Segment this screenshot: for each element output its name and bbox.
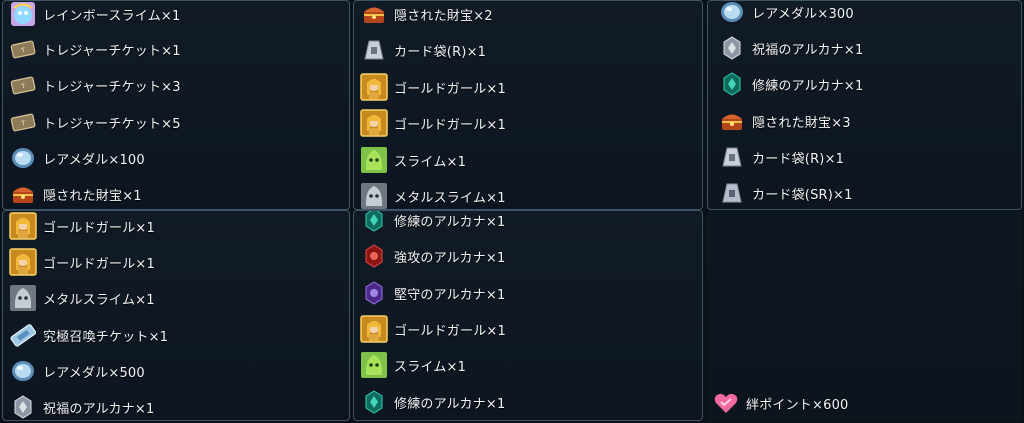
reward-item: 絆ポイント×600: [712, 388, 849, 418]
treasure-ticket-icon: T: [9, 71, 37, 99]
reward-item: カード袋(R)×1: [360, 35, 486, 65]
rare-medal-icon: [718, 1, 746, 26]
reward-label: メタルスライム×1: [394, 190, 506, 206]
gold-girl-icon: [360, 73, 388, 101]
reward-label: レアメダル×300: [752, 6, 854, 22]
bond-points-icon: [712, 389, 740, 417]
reward-panel-1: レインボースライム×1 T トレジャーチケット×1 T トレジャーチケット×3 …: [2, 0, 350, 210]
reward-label: 祝福のアルカナ×1: [43, 401, 155, 417]
reward-item: 隠された財宝×2: [360, 1, 493, 29]
reward-item: カード袋(R)×1: [718, 142, 844, 172]
slime-icon: [360, 351, 388, 379]
reward-item: 究極召喚チケット×1: [9, 320, 168, 350]
reward-label: レアメダル×500: [43, 365, 145, 381]
reward-label: スライム×1: [394, 359, 467, 375]
reward-label: ゴールドガール×1: [394, 117, 506, 133]
ultimate-summon-ticket-icon: [9, 321, 37, 349]
blessing-arcana-icon: [718, 34, 746, 62]
gold-girl-icon: [360, 109, 388, 137]
treasure-ticket-icon: T: [9, 108, 37, 136]
reward-item: レアメダル×500: [9, 356, 145, 386]
reward-item: 隠された財宝×3: [718, 106, 851, 136]
reward-label: カード袋(R)×1: [394, 44, 487, 60]
reward-label: 修練のアルカナ×1: [394, 396, 506, 412]
reward-panel-4: ゴールドガール×1 ゴールドガール×1 メタルスライム×1 究極召喚チケット×1…: [2, 210, 350, 421]
reward-label: トレジャーチケット×3: [43, 79, 181, 95]
reward-label: 隠された財宝×3: [752, 115, 851, 131]
metal-slime-icon: [360, 182, 388, 209]
reward-label: トレジャーチケット×1: [43, 43, 181, 59]
hidden-treasure-icon: [360, 1, 388, 28]
reward-item: 修練のアルカナ×1: [360, 387, 505, 417]
reward-label: ゴールドガール×1: [394, 323, 506, 339]
reward-item: スライム×1: [360, 145, 466, 175]
reward-item: 修練のアルカナ×1: [360, 211, 506, 235]
blessing-arcana-icon: [9, 393, 37, 420]
training-arcana-icon: [718, 70, 746, 98]
rare-medal-icon: [9, 144, 37, 172]
reward-label: 隠された財宝×1: [43, 188, 142, 204]
card-bag-icon: [718, 143, 746, 171]
reward-label: 祝福のアルカナ×1: [752, 42, 864, 58]
reward-label: ゴールドガール×1: [43, 220, 155, 236]
reward-label: 修練のアルカナ×1: [752, 78, 864, 94]
reward-item: レアメダル×300: [718, 1, 854, 27]
reward-item: ゴールドガール×1: [360, 314, 506, 344]
training-arcana-icon: [360, 388, 388, 416]
training-arcana-icon: [360, 211, 388, 234]
reward-item: 修練のアルカナ×1: [718, 69, 863, 99]
treasure-ticket-icon: T: [9, 35, 37, 63]
reward-item: T トレジャーチケット×1: [9, 34, 181, 64]
rainbow-slime-icon: [9, 1, 37, 28]
reward-item: T トレジャーチケット×3: [9, 70, 181, 100]
reward-item: カード袋(SR)×1: [718, 178, 853, 208]
hidden-treasure-icon: [9, 180, 37, 208]
reward-item: 堅守のアルカナ×1: [360, 278, 505, 308]
reward-label: トレジャーチケット×5: [43, 116, 181, 132]
reward-label: 修練のアルカナ×1: [394, 214, 506, 230]
reward-item: ゴールドガール×1: [360, 108, 506, 138]
reward-label: カード袋(SR)×1: [752, 187, 853, 203]
reward-item: メタルスライム×1: [9, 283, 155, 313]
strong-attack-arcana-icon: [360, 242, 388, 270]
reward-panel-5: 修練のアルカナ×1 強攻のアルカナ×1 堅守のアルカナ×1 ゴールドガール×1 …: [353, 210, 703, 421]
gold-girl-icon: [9, 212, 37, 240]
rare-medal-icon: [9, 357, 37, 385]
reward-item: 祝福のアルカナ×1: [718, 33, 863, 63]
gold-girl-icon: [9, 248, 37, 276]
reward-item: レインボースライム×1: [9, 1, 181, 29]
reward-label: レアメダル×100: [43, 152, 145, 168]
reward-label: カード袋(R)×1: [752, 151, 845, 167]
reward-item: メタルスライム×1: [360, 181, 506, 209]
gold-girl-icon: [360, 315, 388, 343]
reward-label: 絆ポイント×600: [746, 397, 849, 413]
hidden-treasure-icon: [718, 107, 746, 135]
reward-label: ゴールドガール×1: [43, 256, 155, 272]
reward-item: ゴールドガール×1: [9, 247, 155, 277]
reward-label: ゴールドガール×1: [394, 81, 506, 97]
card-bag-icon: [360, 36, 388, 64]
reward-item: 祝福のアルカナ×1: [9, 392, 155, 420]
reward-item: ゴールドガール×1: [360, 72, 506, 102]
reward-label: 究極召喚チケット×1: [43, 329, 169, 345]
reward-label: 強攻のアルカナ×1: [394, 250, 506, 266]
reward-panel-6: 絆ポイント×600: [707, 210, 1022, 421]
slime-icon: [360, 146, 388, 174]
reward-panel-2: 隠された財宝×2 カード袋(R)×1 ゴールドガール×1 ゴールドガール×1 ス…: [353, 0, 703, 210]
card-bag-sr-icon: [718, 179, 746, 207]
reward-panel-3: レアメダル×300 祝福のアルカナ×1 修練のアルカナ×1 隠された財宝×3 カ…: [707, 0, 1022, 210]
reward-label: メタルスライム×1: [43, 292, 155, 308]
steadfast-arcana-icon: [360, 279, 388, 307]
reward-label: スライム×1: [394, 154, 467, 170]
reward-label: 堅守のアルカナ×1: [394, 287, 506, 303]
reward-item: T トレジャーチケット×5: [9, 107, 181, 137]
reward-item: 隠された財宝×1: [9, 179, 142, 209]
reward-label: 隠された財宝×2: [394, 8, 493, 24]
metal-slime-icon: [9, 284, 37, 312]
reward-item: ゴールドガール×1: [9, 211, 155, 241]
reward-item: レアメダル×100: [9, 143, 145, 173]
reward-item: 強攻のアルカナ×1: [360, 241, 505, 271]
reward-item: スライム×1: [360, 350, 466, 380]
reward-label: レインボースライム×1: [43, 8, 181, 24]
